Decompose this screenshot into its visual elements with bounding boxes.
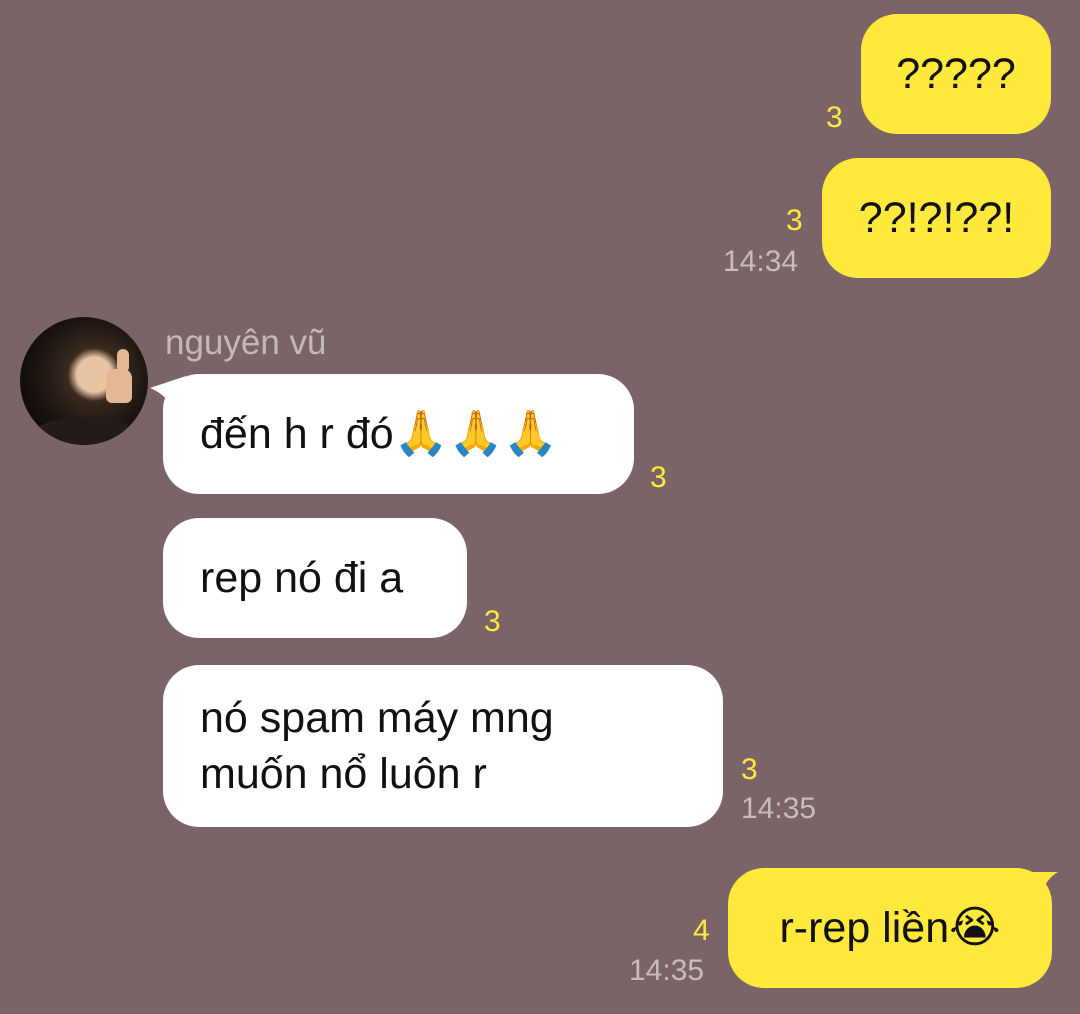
message-text: r-rep liền bbox=[779, 904, 950, 952]
message-bubble-incoming[interactable]: đến h r đó 🙏🙏🙏 bbox=[163, 374, 634, 494]
message-timestamp: 14:35 bbox=[629, 954, 705, 987]
message-bubble-incoming[interactable]: rep nó đi a bbox=[163, 518, 467, 638]
unread-count: 4 bbox=[693, 914, 710, 947]
unread-count: 3 bbox=[741, 753, 758, 786]
message-text: đến h r đó bbox=[200, 410, 394, 458]
message-timestamp: 14:34 bbox=[723, 245, 799, 278]
message-text: rep nó đi a bbox=[200, 554, 404, 602]
message-text-line-1: nó spam máy mng bbox=[200, 694, 554, 742]
thumbs-up-icon bbox=[117, 349, 129, 373]
avatar-shirt bbox=[30, 417, 140, 445]
unread-count: 3 bbox=[826, 101, 843, 134]
message-timestamp: 14:35 bbox=[741, 792, 817, 825]
contact-avatar[interactable] bbox=[20, 317, 148, 445]
message-text: ??!?!??! bbox=[858, 194, 1015, 242]
message-bubble-incoming[interactable]: nó spam máy mng muốn nổ luôn r bbox=[163, 665, 723, 827]
message-bubble-outgoing[interactable]: ??!?!??! bbox=[822, 158, 1051, 278]
unread-count: 3 bbox=[650, 461, 667, 494]
unread-count: 3 bbox=[484, 605, 501, 638]
message-text: ????? bbox=[896, 50, 1016, 98]
praying-hands-icon: 🙏🙏🙏 bbox=[393, 408, 559, 459]
avatar-hand bbox=[106, 369, 132, 403]
message-bubble-outgoing[interactable]: ????? bbox=[861, 14, 1051, 134]
message-text-line-2: muốn nổ luôn r bbox=[200, 750, 487, 798]
sender-name[interactable]: nguyên vũ bbox=[165, 323, 327, 363]
message-bubble-outgoing[interactable]: r-rep liền 😭 bbox=[728, 868, 1052, 988]
crying-face-icon: 😭 bbox=[949, 902, 1001, 953]
unread-count: 3 bbox=[786, 204, 803, 237]
